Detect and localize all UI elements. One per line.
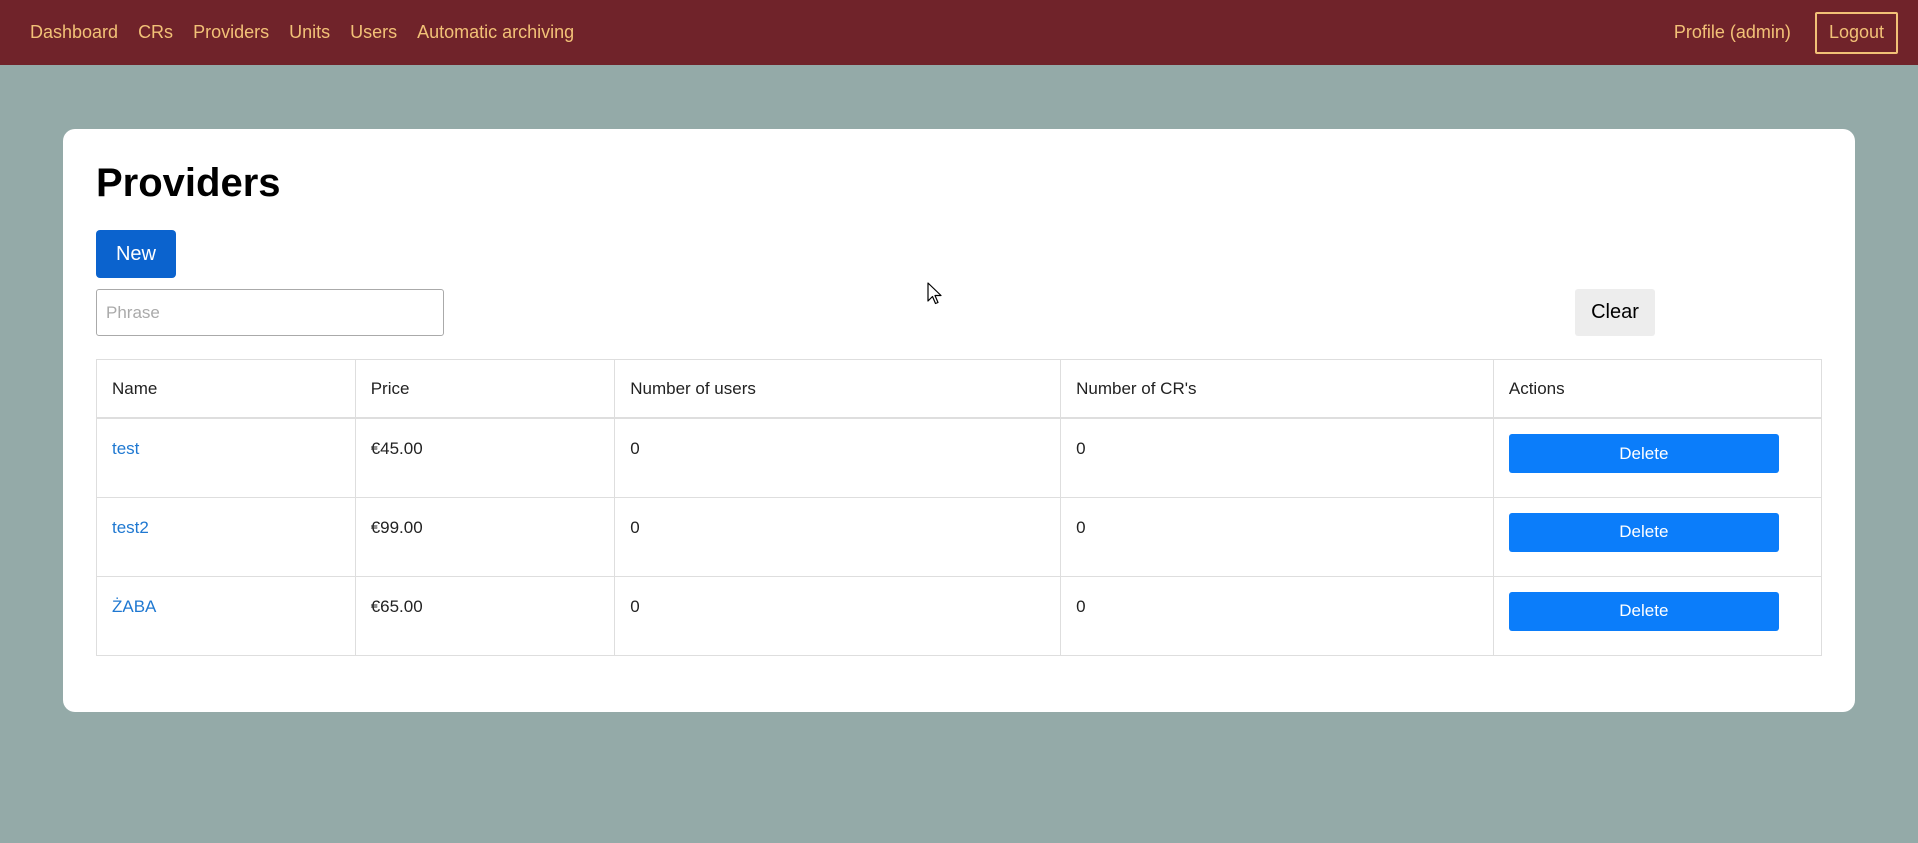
nav-links: Dashboard CRs Providers Units Users Auto…	[30, 0, 594, 65]
column-header-number-of-crs: Number of CR's	[1060, 359, 1494, 419]
nav-link-providers[interactable]: Providers	[193, 22, 269, 43]
provider-name-link[interactable]: ŻABA	[112, 597, 156, 616]
cell-number-of-crs: 0	[1060, 575, 1494, 656]
nav-link-users[interactable]: Users	[350, 22, 397, 43]
column-header-name: Name	[96, 359, 356, 419]
column-header-number-of-users: Number of users	[614, 359, 1062, 419]
cell-price: €99.00	[354, 496, 616, 577]
providers-card: Providers New Clear Name Price Number of…	[63, 129, 1855, 712]
mouse-pointer-icon	[927, 282, 942, 305]
delete-button[interactable]: Delete	[1508, 512, 1779, 552]
cell-price: €65.00	[354, 575, 616, 656]
cell-price: €45.00	[354, 417, 616, 498]
new-provider-button[interactable]: New	[96, 230, 176, 278]
nav-right: Profile (admin) Logout	[1674, 0, 1898, 65]
column-header-price: Price	[354, 359, 616, 419]
delete-button[interactable]: Delete	[1508, 591, 1779, 631]
clear-button[interactable]: Clear	[1575, 289, 1655, 336]
cell-name: test	[96, 417, 356, 498]
table-row: test €45.00 0 0 Delete	[96, 417, 1823, 498]
nav-link-units[interactable]: Units	[289, 22, 330, 43]
table-row: test2 €99.00 0 0 Delete	[96, 496, 1823, 577]
table-header-row: Name Price Number of users Number of CR'…	[96, 359, 1823, 419]
table-row: ŻABA €65.00 0 0 Delete	[96, 575, 1823, 656]
logout-button[interactable]: Logout	[1814, 11, 1898, 54]
cell-name: test2	[96, 496, 356, 577]
provider-name-link[interactable]: test	[112, 439, 139, 458]
cell-name: ŻABA	[96, 575, 356, 656]
cell-actions: Delete	[1492, 417, 1823, 498]
cell-number-of-crs: 0	[1060, 417, 1494, 498]
provider-name-link[interactable]: test2	[112, 518, 149, 537]
cell-number-of-users: 0	[614, 496, 1062, 577]
cell-number-of-users: 0	[614, 575, 1062, 656]
search-input[interactable]	[96, 289, 444, 336]
nav-link-dashboard[interactable]: Dashboard	[30, 22, 118, 43]
cell-actions: Delete	[1492, 496, 1823, 577]
nav-link-automatic-archiving[interactable]: Automatic archiving	[417, 22, 574, 43]
providers-table: Name Price Number of users Number of CR'…	[96, 359, 1823, 656]
profile-link[interactable]: Profile (admin)	[1674, 22, 1791, 43]
cell-actions: Delete	[1492, 575, 1823, 656]
page-title: Providers	[96, 161, 281, 205]
column-header-actions: Actions	[1492, 359, 1823, 419]
top-navbar: Dashboard CRs Providers Units Users Auto…	[0, 0, 1918, 65]
cell-number-of-users: 0	[614, 417, 1062, 498]
nav-link-crs[interactable]: CRs	[138, 22, 173, 43]
cell-number-of-crs: 0	[1060, 496, 1494, 577]
delete-button[interactable]: Delete	[1508, 434, 1779, 473]
